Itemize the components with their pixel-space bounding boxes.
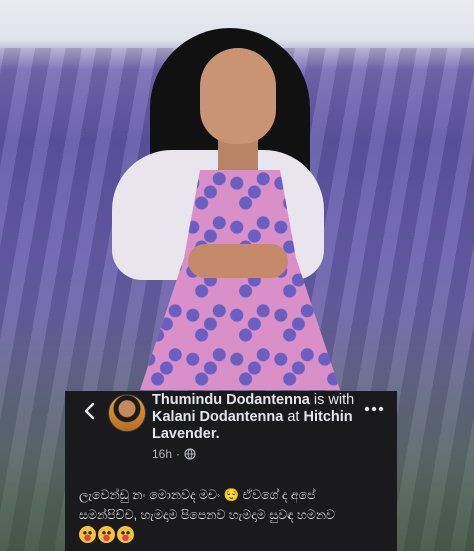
author-avatar[interactable]: [108, 394, 146, 432]
smiling-face-with-hearts-icon: [117, 526, 134, 543]
author-name[interactable]: Thumindu Dodantenna: [152, 392, 310, 408]
with-prefix: is with: [313, 392, 355, 408]
person-hands: [188, 244, 288, 278]
more-horizontal-icon: [364, 406, 384, 412]
post-header: Thumindu Dodantenna is with Kalani Dodan…: [152, 392, 362, 443]
post-body: ලැවෙන්ඩු නං මොනවද මචං 😌 ඒවගේ ද අපේ සමන්ප…: [79, 485, 389, 525]
post-timestamp[interactable]: 16h: [152, 447, 172, 461]
post-card: Thumindu Dodantenna is with Kalani Dodan…: [65, 391, 397, 551]
chevron-left-icon: [84, 402, 95, 420]
globe-icon: [184, 448, 196, 460]
meta-separator: ·: [176, 447, 181, 461]
smiling-face-with-hearts-icon: [79, 526, 96, 543]
post-text-line-1: ලැවෙන්ඩු නං මොනවද මචං 😌 ඒවගේ ද අපේ: [79, 488, 316, 502]
smiling-face-with-hearts-icon: [98, 526, 115, 543]
post-text-line-2: සමන්පිච්ච, හැමදාම පිපෙනව හැමදාම සුවඳ හමන…: [79, 508, 335, 522]
post-meta: 16h ·: [152, 447, 196, 461]
emoji-row: [79, 526, 134, 543]
person-face: [200, 48, 276, 144]
at-prefix: at: [287, 409, 300, 425]
more-options-button[interactable]: [361, 399, 387, 419]
back-button[interactable]: [77, 399, 101, 423]
tagged-person[interactable]: Kalani Dodantenna: [152, 409, 283, 425]
